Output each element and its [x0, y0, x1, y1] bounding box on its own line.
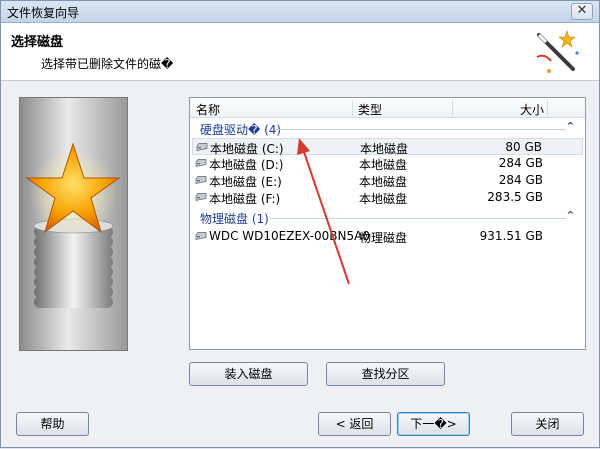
find-partition-button[interactable]: 查找分区 [326, 362, 445, 386]
window-title: 文件恢复向导 [7, 6, 80, 20]
magic-wand-icon [536, 30, 579, 73]
drive-icon [195, 232, 207, 240]
disk-row[interactable]: 本地磁盘 (E:) 本地磁盘 284 GB [192, 172, 583, 189]
disk-row[interactable]: 本地磁盘 (D:) 本地磁盘 284 GB [192, 155, 583, 172]
column-header-type[interactable]: 类型 [358, 101, 382, 118]
drive-icon [195, 193, 207, 201]
collapse-icon[interactable]: ⌃ [566, 120, 575, 133]
wizard-header: 选择磁盘 选择带已删除文件的磁� [1, 23, 599, 81]
group-hard-drives[interactable]: 硬盘驱动� (4) ⌃ [190, 120, 585, 138]
disk-row[interactable]: WDC WD10EZEX-00BN5A0 物理磁盘 931.51 GB [192, 228, 583, 245]
step-title: 选择磁盘 [11, 35, 64, 50]
group-physical-disks[interactable]: 物理磁盘 (1) ⌃ [190, 209, 585, 227]
load-disk-button[interactable]: 装入磁盘 [189, 362, 308, 386]
collapse-icon[interactable]: ⌃ [566, 209, 575, 222]
help-button[interactable]: 帮助 [16, 412, 89, 436]
group-label: 硬盘驱动� (4) [200, 123, 282, 137]
column-header-name[interactable]: 名称 [196, 101, 220, 118]
recovery-wizard-window: 文件恢复向导 ✕ 选择磁盘 选择带已删除文件的磁� 名称 类型 大小 硬盘驱动�… [0, 0, 600, 448]
drive-icon [195, 176, 207, 184]
disk-row[interactable]: 本地磁盘 (C:) 本地磁盘 80 GB [192, 138, 583, 156]
next-button[interactable]: 下一�> [397, 412, 470, 436]
drive-icon [195, 159, 207, 167]
step-subtitle: 选择带已删除文件的磁� [41, 57, 174, 71]
title-bar: 文件恢复向导 ✕ [1, 1, 599, 23]
list-header: 名称 类型 大小 [190, 98, 585, 118]
disk-list[interactable]: 名称 类型 大小 硬盘驱动� (4) ⌃ 本地磁盘 (C:) 本地磁盘 80 G… [189, 97, 586, 350]
back-button[interactable]: < 返回 [318, 412, 391, 436]
group-label: 物理磁盘 (1) [200, 212, 269, 226]
close-button[interactable]: 关闭 [511, 412, 584, 436]
window-close-button[interactable]: ✕ [571, 3, 593, 20]
column-header-size[interactable]: 大小 [520, 101, 544, 118]
disk-row[interactable]: 本地磁盘 (F:) 本地磁盘 283.5 GB [192, 189, 583, 206]
disk-stack-star-icon [25, 142, 121, 308]
wizard-side-image [19, 97, 128, 351]
drive-icon [196, 143, 208, 151]
